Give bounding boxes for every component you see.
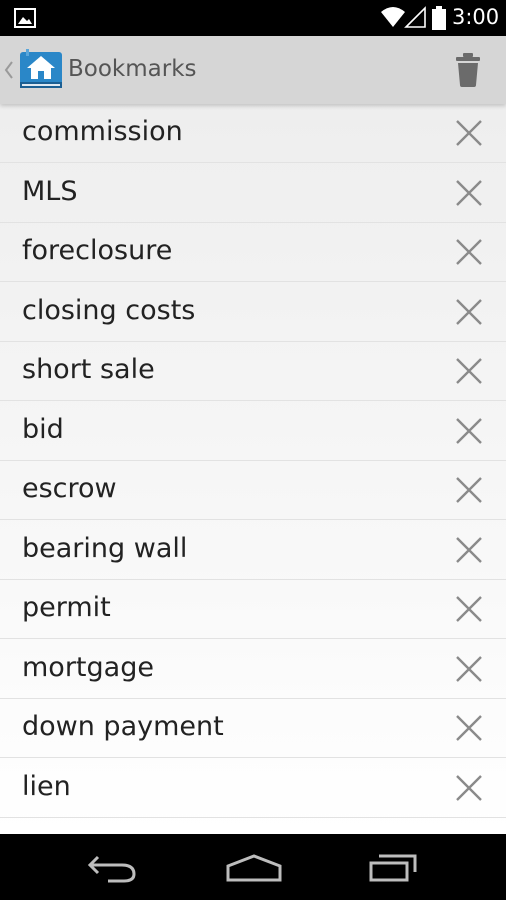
close-icon[interactable] [454, 178, 484, 212]
bookmark-label: mortgage [22, 651, 154, 683]
recents-icon[interactable] [368, 852, 418, 886]
close-icon[interactable] [454, 237, 484, 271]
list-item[interactable]: lien [0, 759, 506, 818]
wifi-icon [380, 6, 406, 32]
list-item[interactable]: down payment [0, 699, 506, 758]
page-title: Bookmarks [68, 56, 197, 82]
bookmark-label: short sale [22, 354, 155, 385]
bookmark-list: commission MLS foreclosure closing costs… [0, 104, 506, 834]
close-icon[interactable] [454, 535, 484, 569]
bookmark-label: bearing wall [22, 532, 188, 564]
list-item[interactable]: bid [0, 402, 506, 461]
battery-icon [432, 6, 446, 34]
bookmark-label: down payment [22, 711, 224, 742]
close-icon[interactable] [454, 118, 484, 152]
close-icon[interactable] [454, 594, 484, 628]
list-item[interactable]: bearing wall [0, 521, 506, 580]
close-icon[interactable] [454, 475, 484, 509]
bookmark-label: bid [22, 413, 64, 445]
navigation-bar [0, 834, 506, 900]
bookmark-label: permit [22, 592, 111, 623]
list-item[interactable]: MLS [0, 164, 506, 223]
list-item[interactable]: escrow [0, 461, 506, 520]
home-icon[interactable] [226, 854, 282, 886]
close-icon[interactable] [454, 773, 484, 807]
list-item[interactable]: closing costs [0, 283, 506, 342]
trash-icon[interactable] [454, 52, 482, 92]
list-item[interactable]: permit [0, 580, 506, 639]
bookmark-label: lien [22, 770, 71, 802]
list-item[interactable]: short sale [0, 342, 506, 401]
app-logo-icon[interactable] [18, 46, 64, 96]
bookmark-label: commission [22, 116, 183, 147]
bookmark-label: MLS [22, 175, 78, 207]
image-notification-icon [14, 8, 36, 32]
close-icon[interactable] [454, 297, 484, 331]
up-caret-icon[interactable] [4, 60, 14, 84]
close-icon[interactable] [454, 713, 484, 747]
action-bar: Bookmarks [0, 36, 506, 104]
bookmark-label: escrow [22, 473, 117, 504]
status-bar: 3:00 [0, 0, 506, 36]
cell-signal-icon [404, 6, 426, 32]
back-icon[interactable] [86, 853, 138, 887]
bookmark-label: closing costs [22, 294, 196, 326]
list-item[interactable]: mortgage [0, 640, 506, 699]
clock: 3:00 [452, 5, 500, 29]
list-item[interactable]: commission [0, 104, 506, 163]
close-icon[interactable] [454, 416, 484, 450]
bookmark-label: foreclosure [22, 235, 173, 266]
close-icon[interactable] [454, 654, 484, 688]
list-item[interactable]: foreclosure [0, 223, 506, 282]
close-icon[interactable] [454, 356, 484, 390]
